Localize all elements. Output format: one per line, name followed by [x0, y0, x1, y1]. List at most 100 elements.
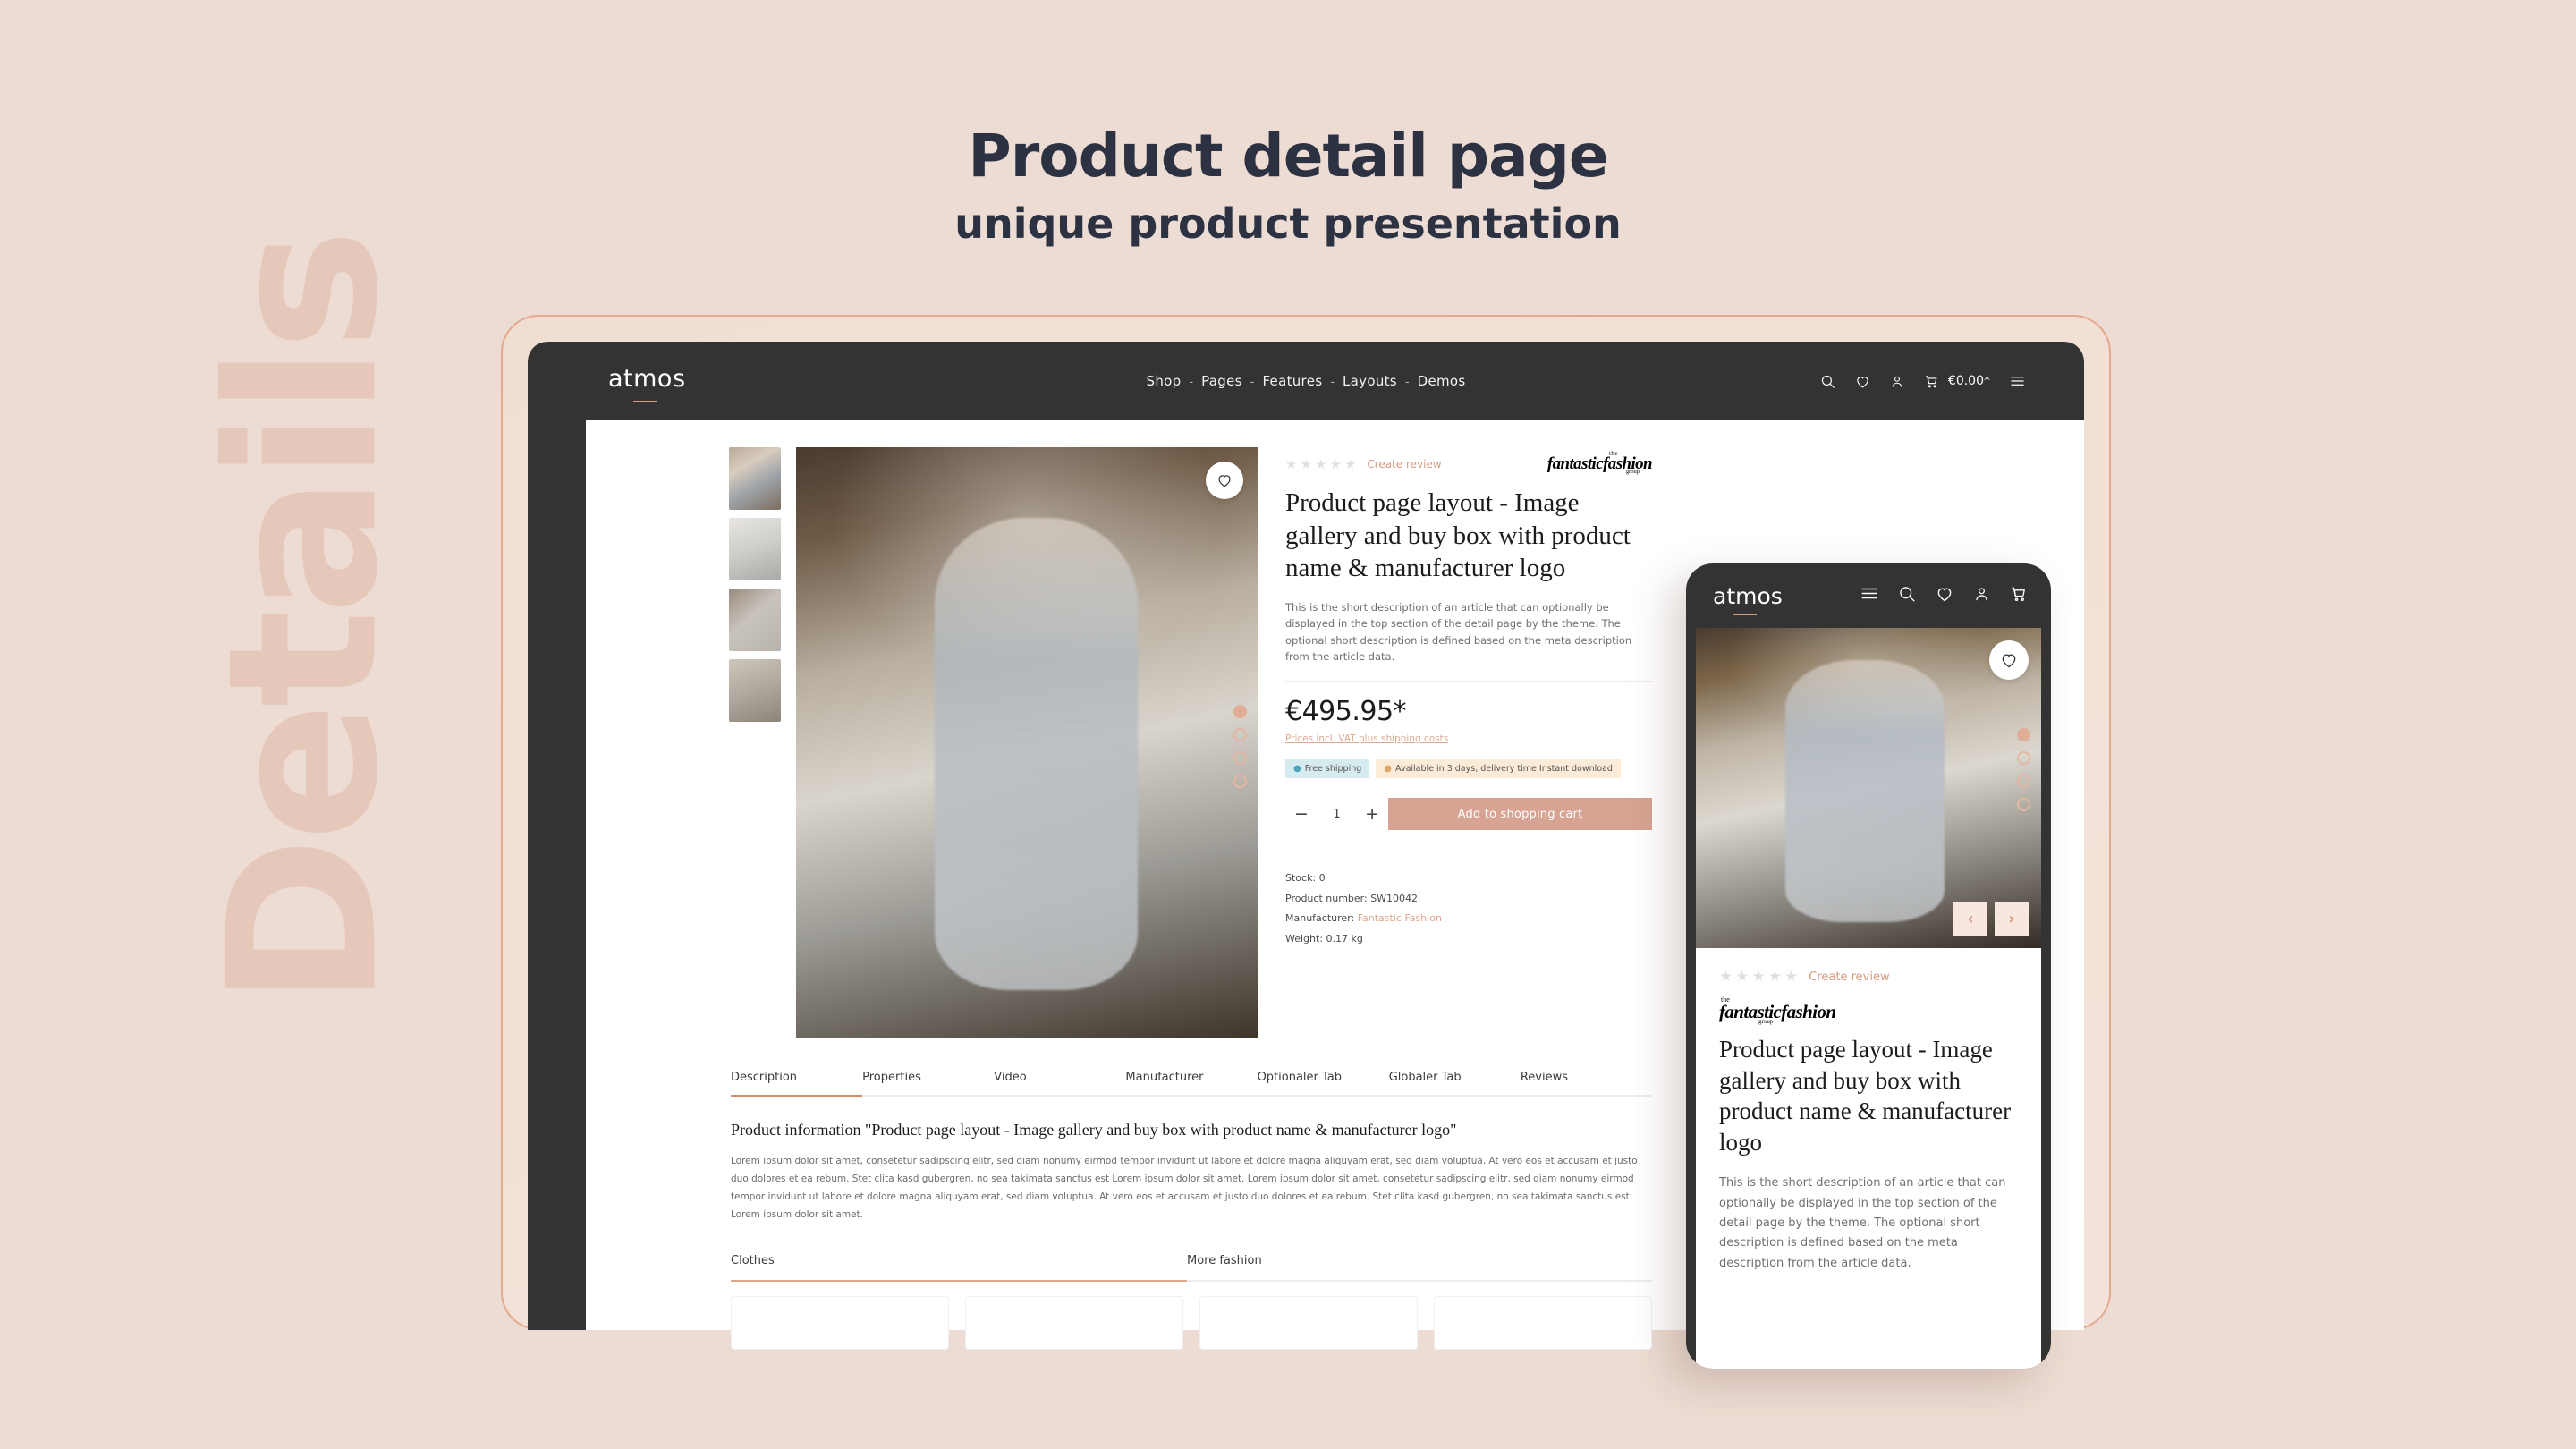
- star-icon: ★: [1735, 968, 1750, 985]
- phone-rating-row: ★ ★ ★ ★ ★ Create review: [1719, 968, 2018, 986]
- gallery-dot-active[interactable]: [1233, 705, 1247, 718]
- product-card[interactable]: [731, 1296, 949, 1350]
- add-to-cart-button[interactable]: Add to shopping cart: [1388, 798, 1652, 831]
- tab-manufacturer[interactable]: Manufacturer: [1125, 1069, 1258, 1097]
- quantity-stepper: − 1 +: [1285, 798, 1388, 830]
- gallery-dot[interactable]: [1233, 775, 1247, 788]
- product-model-figure: [934, 518, 1138, 991]
- rating-row: ★ ★ ★ ★ ★ Create review the fantasticfas…: [1285, 451, 1653, 475]
- thumbnail-item[interactable]: [729, 659, 781, 722]
- cart-icon[interactable]: [1924, 374, 1939, 389]
- tab-label: Manufacturer: [1125, 1071, 1204, 1084]
- gallery-dot[interactable]: [2017, 775, 2030, 788]
- meta-manufacturer-label: Manufacturer:: [1285, 912, 1355, 925]
- phone-manufacturer-logo: the fantasticfashion group: [1719, 996, 2018, 1025]
- product-thumbnail-list: [729, 447, 781, 722]
- cross-tab-clothes[interactable]: Clothes: [731, 1252, 1187, 1282]
- hamburger-icon[interactable]: [1860, 587, 1878, 605]
- phone-header-bar: atmos: [1686, 564, 2051, 628]
- chevron-right-icon[interactable]: ›: [1995, 902, 2029, 936]
- star-icon: ★: [1343, 456, 1357, 472]
- phone-brand-logo[interactable]: atmos: [1713, 583, 1783, 609]
- phone-gallery-arrows: ‹ ›: [1953, 902, 2029, 936]
- gallery-dot[interactable]: [1233, 728, 1247, 741]
- star-icon: ★: [1329, 456, 1342, 472]
- description-body: Lorem ipsum dolor sit amet, consetetur s…: [731, 1156, 1638, 1221]
- product-buy-box: ★ ★ ★ ★ ★ Create review the fantasticfas…: [1285, 451, 1653, 949]
- cart-total-amount[interactable]: €0.00*: [1948, 374, 1990, 388]
- gallery-pagination-dots: [1233, 705, 1247, 788]
- star-icon: ★: [1285, 456, 1298, 472]
- star-icon: ★: [1784, 968, 1799, 985]
- star-icon: ★: [1751, 968, 1766, 985]
- create-review-link[interactable]: Create review: [1367, 458, 1441, 470]
- screenshot-stage: Details Product detail page unique produ…: [0, 0, 2576, 1449]
- star-icon: ★: [1767, 968, 1782, 985]
- phone-header-actions: [1860, 564, 2028, 628]
- phone-star-rating: ★ ★ ★ ★ ★: [1719, 968, 1798, 986]
- star-icon: ★: [1300, 456, 1312, 472]
- phone-product-hero-image[interactable]: ‹ ›: [1696, 628, 2041, 948]
- search-icon[interactable]: [1898, 585, 1916, 607]
- tab-globaler[interactable]: Globaler Tab: [1388, 1069, 1521, 1097]
- nav-item-demos[interactable]: Demos: [1418, 373, 1466, 389]
- phone-product-info: ★ ★ ★ ★ ★ Create review the fantasticfas…: [1696, 948, 2041, 1274]
- phone-wishlist-button[interactable]: [1989, 640, 2029, 680]
- nav-separator: -: [1330, 374, 1335, 388]
- wishlist-button[interactable]: [1206, 462, 1243, 499]
- phone-create-review-link[interactable]: Create review: [1809, 970, 1889, 984]
- badge-label: Available in 3 days, delivery time Insta…: [1395, 764, 1613, 775]
- gallery-dot[interactable]: [2017, 798, 2030, 811]
- tab-reviews[interactable]: Reviews: [1520, 1069, 1652, 1097]
- user-icon[interactable]: [1890, 374, 1904, 389]
- thumbnail-item[interactable]: [729, 518, 781, 580]
- tablet-brand-logo[interactable]: atmos: [608, 365, 686, 393]
- cart-icon[interactable]: [2010, 585, 2028, 607]
- heart-icon[interactable]: [1855, 374, 1870, 389]
- nav-item-pages[interactable]: Pages: [1201, 373, 1242, 389]
- product-card[interactable]: [965, 1296, 1183, 1350]
- thumbnail-item[interactable]: [729, 589, 781, 651]
- tab-video[interactable]: Video: [994, 1069, 1126, 1097]
- product-short-description: This is the short description of an arti…: [1285, 600, 1632, 664]
- quantity-increase-button[interactable]: +: [1365, 805, 1379, 823]
- phone-brand-underline: [1733, 614, 1757, 615]
- gallery-dot[interactable]: [2017, 751, 2030, 765]
- tab-properties[interactable]: Properties: [862, 1069, 995, 1097]
- nav-item-features[interactable]: Features: [1262, 373, 1322, 389]
- product-card[interactable]: [1434, 1296, 1652, 1350]
- tab-label: Properties: [862, 1071, 921, 1084]
- tab-description[interactable]: Description: [731, 1069, 863, 1097]
- meta-product-number: Product number: SW10042: [1285, 892, 1419, 904]
- phone-device-frame: atmos ‹ › ★ ★ ★ ★ ★ Create review the fa…: [1686, 564, 2051, 1368]
- quantity-decrease-button[interactable]: −: [1294, 805, 1309, 823]
- badge-free-shipping: ● Free shipping: [1285, 759, 1370, 779]
- phone-product-name: Product page layout - Image gallery and …: [1719, 1036, 2012, 1156]
- product-card[interactable]: [1199, 1296, 1418, 1350]
- product-badges: ● Free shipping ● Available in 3 days, del…: [1285, 759, 1652, 779]
- product-meta-list: Stock: 0 Product number: SW10042 Manufac…: [1285, 852, 1652, 949]
- hamburger-icon[interactable]: [2010, 375, 2025, 387]
- cross-tab-more-fashion[interactable]: More fashion: [1187, 1252, 1652, 1282]
- product-hero-image[interactable]: [796, 447, 1258, 1038]
- quantity-value[interactable]: 1: [1333, 808, 1340, 821]
- gallery-dot[interactable]: [1233, 751, 1247, 765]
- thumbnail-item[interactable]: [729, 447, 781, 510]
- gallery-dot-active[interactable]: [2017, 728, 2030, 741]
- tablet-header-bar: atmos Shop - Pages - Features - Layouts …: [528, 342, 2084, 420]
- nav-item-layouts[interactable]: Layouts: [1343, 373, 1397, 389]
- user-icon[interactable]: [1973, 585, 1990, 607]
- chevron-left-icon[interactable]: ‹: [1953, 902, 1987, 936]
- vat-shipping-link[interactable]: Prices incl. VAT plus shipping costs: [1285, 733, 1448, 744]
- meta-stock: Stock: 0: [1285, 872, 1326, 885]
- nav-item-shop[interactable]: Shop: [1147, 373, 1182, 389]
- heart-icon[interactable]: [1936, 585, 1953, 607]
- tab-label: Description: [731, 1071, 798, 1084]
- star-icon: ★: [1314, 456, 1327, 472]
- bullet-dot-icon: ●: [1293, 764, 1301, 775]
- page-heading-group: Product detail page unique product prese…: [0, 125, 2576, 247]
- meta-manufacturer-link[interactable]: Fantastic Fashion: [1358, 912, 1442, 924]
- tab-optionaler[interactable]: Optionaler Tab: [1257, 1069, 1389, 1097]
- search-icon[interactable]: [1820, 374, 1835, 389]
- star-rating: ★ ★ ★ ★ ★: [1285, 458, 1356, 471]
